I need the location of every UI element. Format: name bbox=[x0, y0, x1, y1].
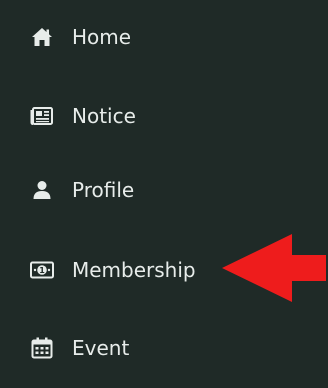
calendar-icon bbox=[30, 336, 54, 360]
sidebar-item-home[interactable]: Home bbox=[30, 22, 131, 52]
sidebar-nav: Home Notice Profile 1 Membership Event bbox=[0, 0, 328, 388]
money-bill-icon: 1 bbox=[30, 258, 54, 282]
annotation-arrow bbox=[222, 234, 326, 302]
sidebar-item-label: Event bbox=[72, 336, 130, 360]
home-icon bbox=[30, 25, 54, 49]
user-icon bbox=[30, 178, 54, 202]
sidebar-item-label: Home bbox=[72, 25, 132, 49]
sidebar-item-notice[interactable]: Notice bbox=[30, 101, 136, 131]
sidebar-item-profile[interactable]: Profile bbox=[30, 175, 134, 205]
sidebar-item-label: Profile bbox=[72, 178, 135, 202]
newspaper-icon bbox=[30, 104, 54, 128]
sidebar-item-label: Notice bbox=[72, 104, 136, 128]
sidebar-item-event[interactable]: Event bbox=[30, 333, 129, 363]
svg-text:1: 1 bbox=[39, 266, 45, 275]
sidebar-item-label: Membership bbox=[72, 258, 196, 282]
sidebar-item-membership[interactable]: 1 Membership bbox=[30, 255, 196, 285]
